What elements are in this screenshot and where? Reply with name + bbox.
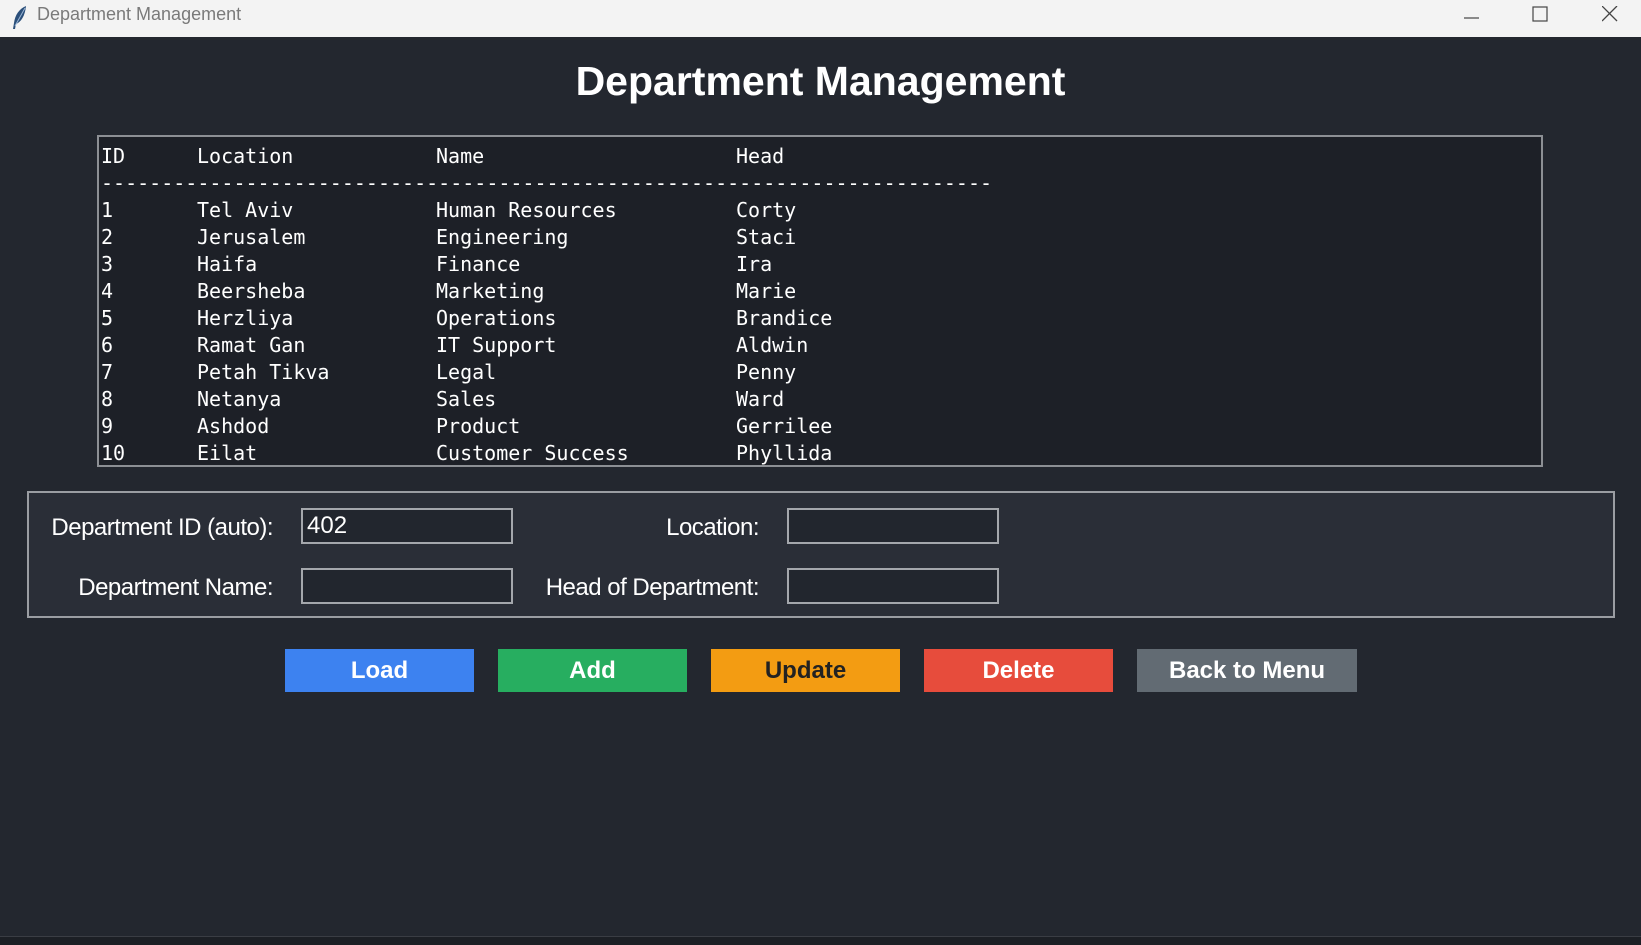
header-name: Name <box>436 144 485 168</box>
close-button[interactable] <box>1580 0 1640 37</box>
cell-location: Netanya <box>197 387 282 411</box>
app-window: Department Management Department Managem… <box>0 0 1641 945</box>
department-listbox[interactable]: ID Location Name Head ------------------… <box>97 135 1543 467</box>
close-icon <box>1602 6 1618 22</box>
cell-id: 1 <box>101 198 114 222</box>
dept-id-label: Department ID (auto): <box>51 514 273 541</box>
header-location: Location <box>197 144 294 168</box>
cell-id: 9 <box>101 414 114 438</box>
cell-name: Engineering <box>436 225 569 249</box>
dept-name-label: Department Name: <box>78 574 273 601</box>
cell-head: Ira <box>736 252 773 276</box>
cell-name: IT Support <box>436 333 557 357</box>
cell-head: Penny <box>736 360 797 384</box>
header-id: ID <box>101 144 126 168</box>
cell-head: Marie <box>736 279 797 303</box>
listbox-header: ID Location Name Head <box>101 143 784 170</box>
cell-name: Legal <box>436 360 497 384</box>
cell-location: Ramat Gan <box>197 333 306 357</box>
department-form: Department ID (auto): Location: Departme… <box>27 491 1615 618</box>
cell-location: Eilat <box>197 441 258 465</box>
cell-name: Marketing <box>436 279 545 303</box>
cell-head: Brandice <box>736 306 833 330</box>
cell-head: Staci <box>736 225 797 249</box>
cell-id: 7 <box>101 360 114 384</box>
listbox-separator: ----------------------------------------… <box>101 171 993 195</box>
load-button[interactable]: Load <box>285 649 474 692</box>
dept-id-field[interactable] <box>301 508 513 544</box>
cell-id: 8 <box>101 387 114 411</box>
maximize-button[interactable] <box>1510 0 1570 37</box>
cell-head: Ward <box>736 387 785 411</box>
cell-id: 4 <box>101 279 114 303</box>
title-bar[interactable]: Department Management <box>0 0 1641 37</box>
back-to-menu-button[interactable]: Back to Menu <box>1137 649 1357 692</box>
minimize-icon <box>1464 17 1479 19</box>
maximize-icon <box>1532 6 1548 22</box>
cell-location: Jerusalem <box>197 225 306 249</box>
add-button[interactable]: Add <box>498 649 687 692</box>
cell-name: Sales <box>436 387 497 411</box>
cell-location: Tel Aviv <box>197 198 294 222</box>
cell-id: 6 <box>101 333 114 357</box>
cell-location: Haifa <box>197 252 258 276</box>
cell-head: Phyllida <box>736 441 833 465</box>
delete-button[interactable]: Delete <box>924 649 1113 692</box>
cell-head: Gerrilee <box>736 414 833 438</box>
minimize-button[interactable] <box>1442 0 1502 37</box>
location-label: Location: <box>666 514 759 541</box>
feather-icon <box>10 5 30 31</box>
cell-location: Beersheba <box>197 279 306 303</box>
window-title: Department Management <box>37 4 242 24</box>
header-head: Head <box>736 144 785 168</box>
location-field[interactable] <box>787 508 999 544</box>
cell-name: Finance <box>436 252 521 276</box>
head-label: Head of Department: <box>545 574 760 601</box>
cell-name: Customer Success <box>436 441 629 465</box>
cell-head: Corty <box>736 198 797 222</box>
cell-id: 5 <box>101 306 114 330</box>
cell-location: Ashdod <box>197 414 270 438</box>
cell-name: Product <box>436 414 521 438</box>
cell-name: Human Resources <box>436 198 617 222</box>
cell-head: Aldwin <box>736 333 809 357</box>
cell-name: Operations <box>436 306 557 330</box>
update-button[interactable]: Update <box>711 649 900 692</box>
cell-id: 2 <box>101 225 114 249</box>
bottom-edge <box>0 936 1641 945</box>
cell-location: Herzliya <box>197 306 294 330</box>
cell-id: 3 <box>101 252 114 276</box>
head-field[interactable] <box>787 568 999 604</box>
page-title: Department Management <box>575 58 1066 104</box>
cell-location: Petah Tikva <box>197 360 330 384</box>
cell-id: 10 <box>101 441 126 465</box>
dept-name-field[interactable] <box>301 568 513 604</box>
